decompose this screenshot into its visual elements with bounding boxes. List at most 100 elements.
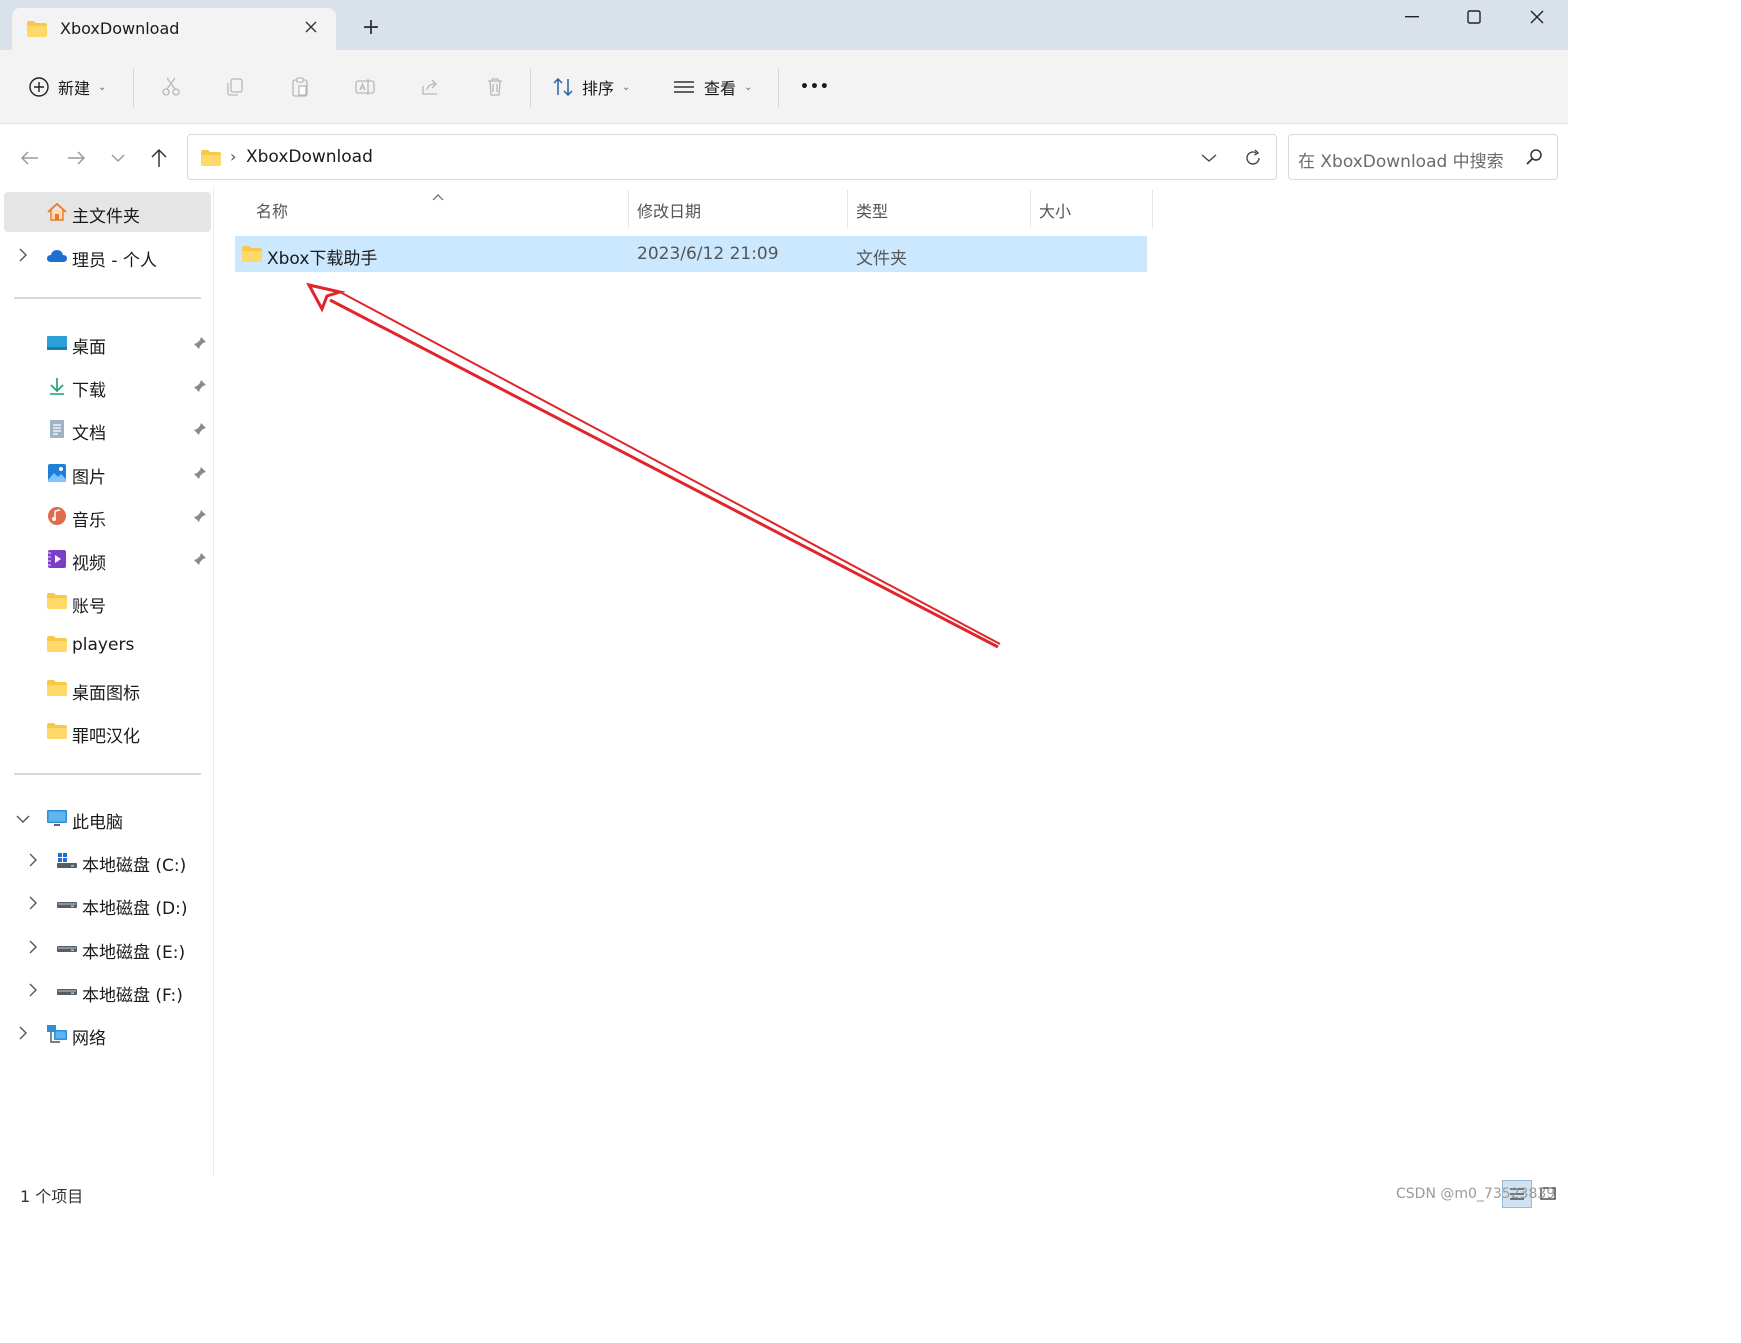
column-divider[interactable] [1030, 190, 1031, 228]
rename-button[interactable] [352, 74, 378, 100]
sidebar-item-label: 此电脑 [72, 813, 123, 833]
plus-circle-icon [29, 77, 49, 97]
pin-icon[interactable] [193, 421, 207, 441]
system-drive-icon [56, 851, 78, 871]
sidebar-item-label: 本地磁盘 (E:) [82, 943, 186, 963]
folder-icon [46, 592, 68, 612]
sidebar-item-documents[interactable]: 文档 [4, 409, 211, 449]
delete-button[interactable] [482, 74, 508, 100]
folder-icon [26, 20, 48, 42]
sidebar-item-drive-e[interactable]: 本地磁盘 (E:) [4, 928, 211, 968]
tab-title: XboxDownload [60, 19, 180, 38]
new-label: 新建 [58, 79, 91, 98]
file-explorer-window: XboxDownload + 新建 ⌄ 排序 ⌄ 查看 ⌄ ••• › Xbox… [0, 0, 1568, 1210]
forward-button[interactable] [62, 144, 90, 172]
close-tab-button[interactable] [298, 16, 324, 42]
toolbar-divider [133, 68, 134, 108]
sidebar-item-drive-c[interactable]: 本地磁盘 (C:) [4, 841, 211, 881]
more-options-button[interactable]: ••• [800, 68, 830, 106]
close-icon [1530, 10, 1544, 24]
sidebar-divider [14, 773, 201, 775]
sidebar-item-label: 图片 [72, 468, 106, 488]
sidebar-item-label: 桌面图标 [72, 684, 140, 704]
column-divider[interactable] [628, 190, 629, 228]
address-bar[interactable]: › XboxDownload [187, 134, 1277, 180]
recent-locations-button[interactable] [104, 144, 132, 172]
pin-icon[interactable] [193, 378, 207, 398]
refresh-button[interactable] [1240, 146, 1266, 170]
sidebar-item-this-pc[interactable]: 此电脑 [4, 798, 211, 838]
new-button[interactable]: 新建 ⌄ [28, 68, 106, 106]
sort-button[interactable]: 排序 ⌄ [552, 68, 630, 106]
sidebar-item-label: 音乐 [72, 511, 106, 531]
column-header-type[interactable]: 类型 [856, 198, 888, 222]
sidebar-item-drive-f[interactable]: 本地磁盘 (F:) [4, 971, 211, 1011]
sidebar-item-folder[interactable]: 罪吧汉化 [4, 712, 211, 752]
cut-button[interactable] [158, 74, 184, 100]
drive-icon [56, 894, 78, 914]
maximize-button[interactable] [1443, 0, 1505, 34]
sidebar-item-videos[interactable]: 视频 [4, 539, 211, 579]
column-header-modified[interactable]: 修改日期 [637, 198, 701, 222]
pin-icon[interactable] [193, 508, 207, 528]
search-input[interactable]: 在 XboxDownload 中搜索 [1298, 147, 1504, 172]
chevron-down-icon[interactable] [16, 809, 30, 825]
chevron-right-icon[interactable] [28, 895, 42, 911]
pin-icon[interactable] [193, 465, 207, 485]
column-header-size[interactable]: 大小 [1039, 198, 1071, 222]
chevron-right-icon[interactable] [28, 939, 42, 955]
toolbar-divider [778, 68, 779, 108]
sidebar-item-folder[interactable]: players [4, 625, 211, 665]
search-box[interactable]: 在 XboxDownload 中搜索 [1288, 134, 1558, 180]
tab-xboxdownload[interactable]: XboxDownload [12, 8, 336, 50]
sidebar-item-label: 本地磁盘 (C:) [82, 856, 187, 876]
address-history-button[interactable] [1196, 147, 1222, 169]
new-tab-button[interactable]: + [356, 13, 386, 43]
view-label: 查看 [704, 79, 737, 98]
sidebar-item-onedrive[interactable]: 理员 - 个人 [4, 236, 211, 276]
desktop-icon [46, 333, 68, 353]
sidebar-item-network[interactable]: 网络 [4, 1014, 211, 1054]
chevron-right-icon[interactable] [18, 1025, 32, 1041]
chevron-right-icon[interactable] [28, 982, 42, 998]
network-icon [46, 1024, 68, 1044]
sidebar-item-home[interactable]: 主文件夹 [4, 192, 211, 232]
sidebar-item-music[interactable]: 音乐 [4, 496, 211, 536]
share-button[interactable] [417, 74, 443, 100]
sidebar-item-folder[interactable]: 桌面图标 [4, 669, 211, 709]
pin-icon[interactable] [193, 551, 207, 571]
close-window-button[interactable] [1506, 0, 1568, 34]
file-name[interactable]: Xbox下载助手 [267, 244, 377, 269]
scissors-icon [162, 77, 180, 96]
table-row[interactable]: Xbox下载助手 2023/6/12 21:09 文件夹 [235, 236, 1147, 272]
chevron-right-icon[interactable] [18, 247, 32, 263]
sidebar-item-drive-d[interactable]: 本地磁盘 (D:) [4, 884, 211, 924]
minimize-button[interactable] [1381, 0, 1443, 34]
folder-icon [241, 245, 263, 267]
arrow-left-icon [20, 151, 38, 165]
title-bar: XboxDownload + [0, 0, 1568, 50]
sidebar-item-folder[interactable]: 账号 [4, 582, 211, 622]
copy-button[interactable] [222, 74, 248, 100]
chevron-down-icon [1201, 154, 1217, 162]
column-divider[interactable] [847, 190, 848, 228]
column-divider[interactable] [1152, 190, 1153, 228]
pin-icon[interactable] [193, 335, 207, 355]
file-list: 名称 修改日期 类型 大小 Xbox下载助手 2023/6/12 21:09 文… [214, 186, 1568, 1176]
document-icon [46, 419, 68, 439]
paste-button[interactable] [287, 74, 313, 100]
column-header-name[interactable]: 名称 [256, 198, 288, 222]
sidebar-item-desktop[interactable]: 桌面 [4, 323, 211, 363]
watermark: CSDN @m0_73523839 [1396, 1186, 1556, 1202]
chevron-right-icon[interactable] [28, 852, 42, 868]
sidebar-item-downloads[interactable]: 下载 [4, 366, 211, 406]
view-button[interactable]: 查看 ⌄ [672, 68, 752, 106]
arrow-right-icon [68, 151, 86, 165]
breadcrumb[interactable]: XboxDownload [246, 147, 373, 167]
up-button[interactable] [145, 144, 173, 172]
back-button[interactable] [16, 144, 44, 172]
folder-icon [46, 635, 68, 655]
sidebar-item-pictures[interactable]: 图片 [4, 453, 211, 493]
maximize-icon [1467, 10, 1481, 24]
chevron-down-icon: ⌄ [622, 81, 631, 93]
